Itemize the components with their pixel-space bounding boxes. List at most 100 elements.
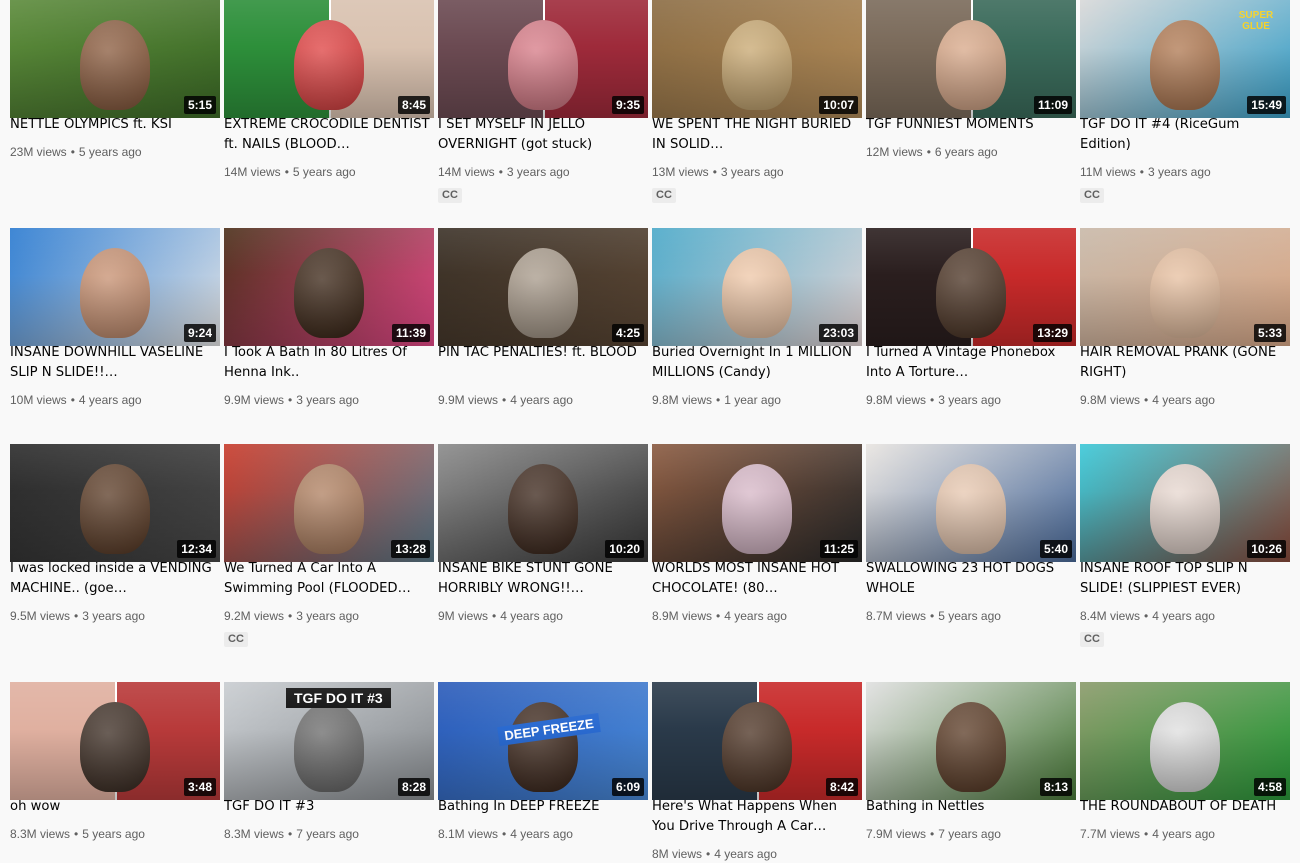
view-count: 13M views	[652, 165, 709, 179]
video-thumbnail[interactable]: DEEP FREEZE6:09	[438, 682, 648, 800]
video-title[interactable]: TGF FUNNIEST MOMENTS	[866, 115, 1072, 135]
video-title[interactable]: HAIR REMOVAL PRANK (GONE RIGHT)	[1080, 343, 1286, 383]
video-thumbnail[interactable]: 5:33	[1080, 228, 1290, 346]
video-card[interactable]: 13:28 We Turned A Car Into A Swimming Poo…	[224, 444, 434, 647]
meta-separator: •	[284, 165, 289, 179]
video-title[interactable]: INSANE ROOF TOP SLIP N SLIDE! (SLIPPIEST…	[1080, 559, 1286, 599]
video-title[interactable]: INSANE DOWNHILL VASELINE SLIP N SLIDE!!…	[10, 343, 216, 383]
video-thumbnail[interactable]: 13:29	[866, 228, 1076, 346]
meta-separator: •	[288, 827, 293, 841]
video-thumbnail[interactable]: SUPER GLUE15:49	[1080, 0, 1290, 118]
upload-age: 3 years ago	[296, 609, 359, 623]
video-thumbnail[interactable]: 12:34	[10, 444, 220, 562]
upload-age: 6 years ago	[934, 145, 998, 159]
video-card[interactable]: TGF DO IT #38:28TGF DO IT #3 8.3M views•7…	[224, 682, 434, 862]
video-title[interactable]: Buried Overnight In 1 MILLION MILLIONS (…	[652, 343, 858, 383]
video-card[interactable]: 10:26 INSANE ROOF TOP SLIP N SLIDE! (SLIP…	[1080, 444, 1290, 647]
video-card[interactable]: 8:42 Here's What Happens When You Drive T…	[652, 682, 862, 862]
video-card[interactable]: 8:45 EXTREME CROCODILE DENTIST ft. NAILS …	[224, 0, 434, 180]
video-title[interactable]: I SET MYSELF IN JELLO OVERNIGHT (got stu…	[438, 115, 644, 155]
video-card[interactable]: DEEP FREEZE6:09Bathing In DEEP FREEZE 8.1…	[438, 682, 648, 862]
upload-age: 4 years ago	[1152, 393, 1215, 407]
video-card[interactable]: 4:58 THE ROUNDABOUT OF DEATH 7.7M views • 4 …	[1080, 682, 1290, 862]
video-thumbnail[interactable]: 3:48	[10, 682, 220, 800]
video-thumbnail[interactable]: 10:26	[1080, 444, 1290, 562]
video-thumbnail[interactable]: 10:20	[438, 444, 648, 562]
view-count: 8.7M views	[866, 609, 927, 623]
video-thumbnail[interactable]: 5:15	[10, 0, 220, 118]
view-count: 9.5M views	[10, 609, 71, 623]
meta-separator: •	[498, 165, 503, 179]
video-title[interactable]: I Turned A Vintage Phonebox Into A Tortu…	[866, 343, 1072, 383]
video-metadata: 9.5M views • 3 years ago	[10, 607, 220, 625]
closed-captions-badge: CC	[1080, 632, 1104, 647]
upload-age: 7 years ago	[938, 827, 1001, 841]
video-thumbnail[interactable]: 4:58	[1080, 682, 1290, 800]
video-card[interactable]: 12:34 I was locked inside a VENDING MACHI…	[10, 444, 220, 624]
video-thumbnail[interactable]: 11:39	[224, 228, 434, 346]
video-title[interactable]: EXTREME CROCODILE DENTIST ft. NAILS (BLO…	[224, 115, 430, 155]
upload-age: 3 years ago	[82, 609, 145, 623]
video-thumbnail[interactable]: 11:09	[866, 0, 1076, 118]
video-thumbnail[interactable]: 13:28	[224, 444, 434, 562]
view-count: 8.4M views	[1080, 609, 1141, 623]
video-title[interactable]: Here's What Happens When You Drive Throu…	[652, 797, 858, 837]
video-title[interactable]: INSANE BIKE STUNT GONE HORRIBLY WRONG!!…	[438, 559, 644, 599]
video-thumbnail[interactable]: 11:25	[652, 444, 862, 562]
video-metadata: 13M views • 3 years ago	[652, 163, 862, 181]
video-card[interactable]: SUPER GLUE15:49TGF DO IT #4 (RiceGum Edi…	[1080, 0, 1290, 203]
video-thumbnail[interactable]: 4:25	[438, 228, 648, 346]
video-duration: 11:39	[391, 324, 430, 342]
video-card[interactable]: 5:15 NETTLE OLYMPICS ft. KSI 23M views • 5 y…	[10, 0, 220, 180]
video-card[interactable]: 11:39 I Took A Bath In 80 Litres Of Henna…	[224, 228, 434, 408]
video-card[interactable]: 8:13 Bathing in Nettles 7.9M views • 7 years…	[866, 682, 1076, 862]
video-duration: 4:25	[611, 324, 644, 342]
video-card[interactable]: 11:25 WORLDS MOST INSANE HOT CHOCOLATE! (…	[652, 444, 862, 624]
video-card[interactable]: 23:03 Buried Overnight In 1 MILLION MILLI…	[652, 228, 862, 408]
video-thumbnail[interactable]: 10:07	[652, 0, 862, 118]
video-card[interactable]: 10:07 WE SPENT THE NIGHT BURIED IN SOLID……	[652, 0, 862, 203]
meta-separator: •	[70, 393, 75, 407]
view-count: 7.9M views	[866, 827, 927, 841]
video-thumbnail[interactable]: 5:40	[866, 444, 1076, 562]
view-count: 8.3M views	[10, 827, 71, 841]
video-thumbnail[interactable]: 8:45	[224, 0, 434, 118]
video-title[interactable]: TGF DO IT #3	[224, 797, 430, 817]
video-title[interactable]: oh wow	[10, 797, 216, 817]
video-title[interactable]: PIN TAC PENALTIES! ft. BLOOD	[438, 343, 644, 363]
video-title[interactable]: We Turned A Car Into A Swimming Pool (FL…	[224, 559, 430, 599]
video-card[interactable]: 3:48 oh wow 8.3M views • 5 years ago	[10, 682, 220, 862]
video-card[interactable]: 11:09 TGF FUNNIEST MOMENTS 12M views • 6 yea…	[866, 0, 1076, 180]
video-thumbnail[interactable]: 9:35	[438, 0, 648, 118]
meta-separator: •	[712, 165, 717, 179]
closed-captions-badge: CC	[438, 188, 462, 203]
video-card[interactable]: 5:40 SWALLOWING 23 HOT DOGS WHOLE 8.7M vie…	[866, 444, 1076, 624]
video-card[interactable]: 9:35 I SET MYSELF IN JELLO OVERNIGHT (got…	[438, 0, 648, 203]
video-title[interactable]: TGF DO IT #4 (RiceGum Edition)	[1080, 115, 1286, 155]
video-duration: 10:20	[605, 540, 644, 558]
video-title[interactable]: I was locked inside a VENDING MACHINE.. …	[10, 559, 216, 599]
video-card[interactable]: 9:24 INSANE DOWNHILL VASELINE SLIP N SLID…	[10, 228, 220, 408]
video-card[interactable]: 4:25 PIN TAC PENALTIES! ft. BLOOD 9.9M vie…	[438, 228, 648, 408]
video-title[interactable]: SWALLOWING 23 HOT DOGS WHOLE	[866, 559, 1072, 599]
video-title[interactable]: WORLDS MOST INSANE HOT CHOCOLATE! (80…	[652, 559, 858, 599]
video-card[interactable]: 13:29 I Turned A Vintage Phonebox Into A …	[866, 228, 1076, 408]
video-title[interactable]: THE ROUNDABOUT OF DEATH	[1080, 797, 1286, 817]
video-thumbnail[interactable]: 9:24	[10, 228, 220, 346]
video-metadata: 14M views • 3 years ago	[438, 163, 648, 181]
video-thumbnail[interactable]: 8:42	[652, 682, 862, 800]
video-thumbnail[interactable]: 23:03	[652, 228, 862, 346]
video-title[interactable]: I Took A Bath In 80 Litres Of Henna Ink.…	[224, 343, 430, 383]
video-thumbnail[interactable]: 8:13	[866, 682, 1076, 800]
video-title[interactable]: WE SPENT THE NIGHT BURIED IN SOLID…	[652, 115, 858, 155]
video-title[interactable]: NETTLE OLYMPICS ft. KSI	[10, 115, 216, 135]
video-duration: 5:40	[1039, 540, 1072, 558]
video-card[interactable]: 5:33 HAIR REMOVAL PRANK (GONE RIGHT) 9.8M …	[1080, 228, 1290, 408]
video-title[interactable]: Bathing In DEEP FREEZE	[438, 797, 644, 817]
video-card[interactable]: 10:20 INSANE BIKE STUNT GONE HORRIBLY WRO…	[438, 444, 648, 624]
closed-captions-badge: CC	[1080, 188, 1104, 203]
upload-age: 3 years ago	[506, 165, 570, 179]
video-title[interactable]: Bathing in Nettles	[866, 797, 1072, 817]
upload-age: 7 years ago	[296, 827, 359, 841]
video-thumbnail[interactable]: TGF DO IT #38:28	[224, 682, 434, 800]
